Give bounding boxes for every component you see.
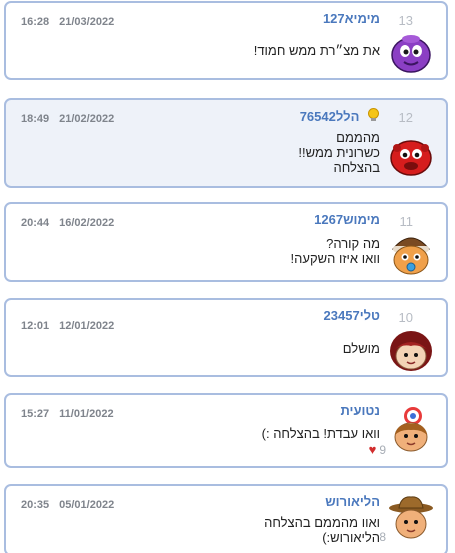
comment-datetime: 20:35 05/01/2022: [21, 499, 114, 511]
comment-datetime: 16:28 21/03/2022: [21, 16, 114, 28]
comment-time: 12:01: [21, 320, 50, 332]
comment-time: 18:49: [21, 113, 50, 125]
comment-card: 10 טלי23457 12:01 12/01/2022 מושלם: [4, 298, 448, 377]
comment-author-link[interactable]: מימוש1267: [314, 212, 380, 227]
comment-date: 16/02/2022: [59, 217, 115, 229]
cowboy-hat-avatar[interactable]: [387, 494, 435, 542]
comment-date: 11/01/2022: [59, 408, 114, 420]
comment-number: 12: [398, 110, 413, 125]
comment-date: 12/01/2022: [59, 320, 115, 332]
comment-text: מהממם כשרונית ממש!! בהצלחה: [298, 130, 380, 175]
comment-text: ואוו מהממם בהצלחה הליאורוש:): [264, 515, 380, 545]
comment-datetime: 20:44 16/02/2022: [21, 217, 114, 229]
comment-text: מה קורה? וואו איזו השקעה!: [290, 236, 380, 266]
red-hair-girl-avatar[interactable]: [387, 327, 435, 375]
comment-time: 20:44: [21, 217, 50, 229]
comment-date: 05/01/2022: [59, 499, 115, 511]
comment-card: הליאורוש 20:35 05/01/2022 ואוו מהממם בהצל…: [4, 484, 448, 553]
comment-number: 8: [379, 530, 386, 544]
target-hat-girl-avatar[interactable]: [387, 405, 435, 453]
comment-card: 9 נטועית 15:27 11/01/2022 וואו עבדת! בהצל…: [4, 393, 448, 468]
comment-number: 13: [398, 13, 413, 28]
comment-time: 20:35: [21, 499, 50, 511]
red-creature-avatar[interactable]: [387, 132, 435, 180]
like-count: 9: [379, 443, 386, 457]
like-counter[interactable]: ♥ 9: [369, 442, 386, 457]
pacifier-kid-avatar[interactable]: [387, 229, 435, 277]
comment-number: 11: [399, 214, 414, 229]
comment-datetime: 18:49 21/02/2022: [21, 113, 114, 125]
comment-datetime: 12:01 12/01/2022: [21, 320, 114, 332]
comment-datetime: 15:27 11/01/2022: [21, 408, 114, 420]
comment-text: מושלם: [342, 341, 380, 356]
comment-time: 15:27: [21, 408, 50, 420]
comment-date: 21/02/2022: [59, 113, 115, 125]
comment-author-link[interactable]: מימיא127: [323, 11, 380, 26]
purple-creature-avatar[interactable]: [387, 28, 435, 76]
comment-author-link[interactable]: טלי23457: [324, 308, 380, 323]
comment-text: וואו עבדת! בהצלחה :): [261, 426, 380, 441]
lightbulb-icon: [368, 108, 379, 121]
comment-author-link[interactable]: נטועית: [340, 403, 380, 418]
comment-author-name: הלל76542: [299, 109, 360, 124]
comment-number: 10: [398, 310, 413, 325]
comment-text: את מצ״רת ממש חמוד!: [253, 43, 380, 58]
comment-time: 16:28: [21, 16, 50, 28]
comment-card: 13 מימיא127 16:28 21/03/2022 את מצ״רת ממש…: [4, 1, 448, 80]
comment-date: 21/03/2022: [59, 16, 115, 28]
heart-icon[interactable]: ♥: [369, 442, 377, 457]
comment-card: 11 מימוש1267 20:44 16/02/2022 מה קורה? וו…: [4, 202, 448, 282]
comment-card: 12 הלל76542 18:49 21/02/2022 מהממם כשרוני…: [4, 98, 448, 188]
comment-author-link[interactable]: הליאורוש: [325, 494, 380, 509]
comment-author-link[interactable]: הלל76542: [300, 108, 380, 124]
